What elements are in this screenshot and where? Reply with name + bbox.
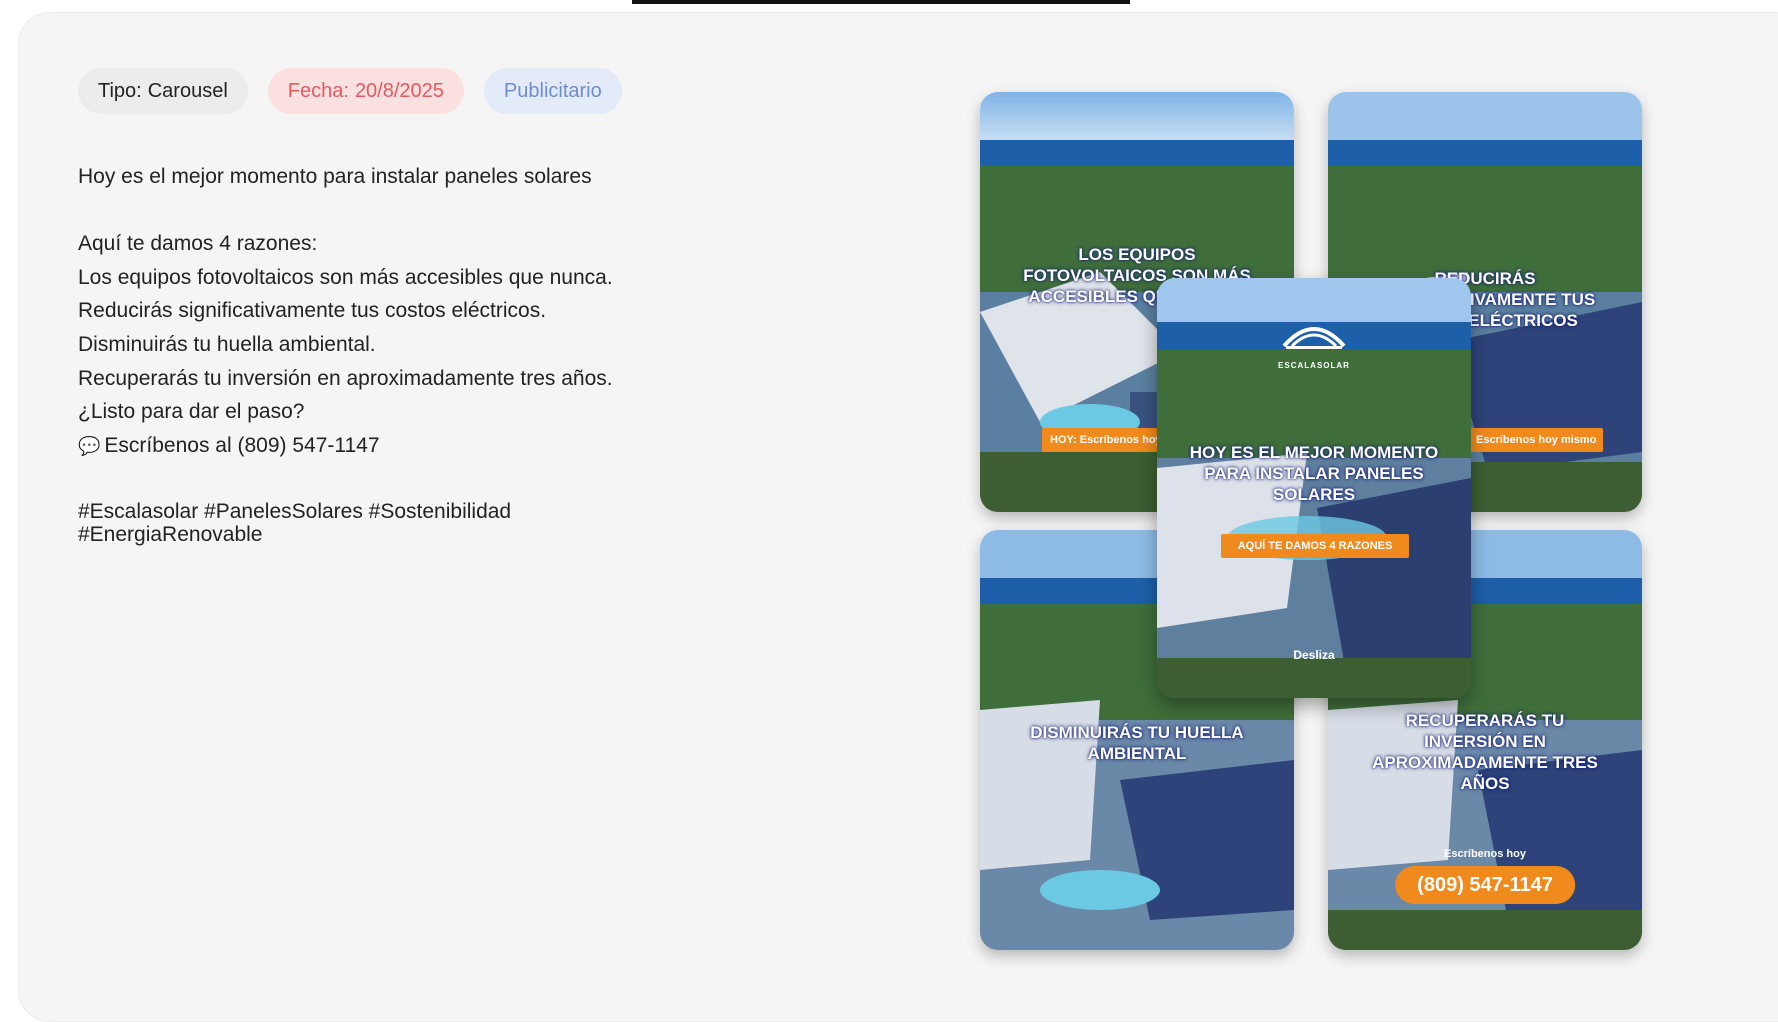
- brand-logo: ESCALASOLAR: [1274, 316, 1354, 370]
- caption-line: Hoy es el mejor momento para instalar pa…: [78, 165, 592, 188]
- phone-pill: (809) 547-1147: [1395, 866, 1575, 904]
- caption-line: Aquí te damos 4 razones:: [78, 232, 318, 256]
- post-tags: Tipo: Carousel Fecha: 20/8/2025 Publicit…: [78, 68, 622, 114]
- caption-line: 💬 Escríbenos al (809) 547-1147: [78, 429, 698, 464]
- top-dark-bar: [632, 0, 1130, 4]
- cover-headline: HOY ES EL MEJOR MOMENTO PARA INSTALAR PA…: [1189, 443, 1439, 504]
- caption-line: Reducirás significativamente tus costos …: [78, 299, 547, 323]
- caption-line: Recuperarás tu inversión en aproximadame…: [78, 366, 613, 390]
- post-hashtags: #Escalasolar #PanelesSolares #Sostenibil…: [78, 500, 512, 546]
- post-caption: Hoy es el mejor momento para instalar pa…: [78, 160, 698, 463]
- date-tag-value: 20/8/2025: [354, 79, 444, 102]
- cover-brand: Desliza: [1293, 648, 1335, 662]
- slide-headline: DISMINUIRÁS TU HUELLA AMBIENTAL: [1030, 723, 1244, 763]
- caption-line: Disminuirás tu huella ambiental.: [78, 332, 376, 356]
- cover-strip: AQUÍ TE DAMOS 4 RAZONES: [1221, 534, 1409, 558]
- carousel-cover-slide[interactable]: ESCALASOLAR HOY ES EL MEJOR MOMENTO PARA…: [1157, 278, 1471, 698]
- speech-bubble-icon: 💬: [78, 435, 101, 456]
- slide-small-text: Escríbenos hoy: [1444, 848, 1526, 860]
- logo-wordmark: ESCALASOLAR: [1278, 361, 1350, 370]
- caption-line: Los equipos fotovoltaicos son más accesi…: [78, 265, 613, 289]
- type-tag[interactable]: Tipo: Carousel: [78, 68, 248, 114]
- date-tag-label: Fecha:: [287, 79, 349, 102]
- slide-headline: RECUPERARÁS TU INVERSIÓN EN APROXIMADAME…: [1372, 711, 1598, 793]
- caption-cta-text: Escríbenos al (809) 547-1147: [104, 433, 380, 457]
- slide-strip: Escríbenos hoy mismo: [1468, 428, 1603, 452]
- sun-panel-logo-icon: [1282, 327, 1346, 349]
- category-tag-value: Publicitario: [503, 79, 602, 102]
- category-tag[interactable]: Publicitario: [483, 68, 622, 114]
- type-tag-label: Tipo:: [98, 79, 142, 102]
- date-tag[interactable]: Fecha: 20/8/2025: [267, 68, 464, 114]
- type-tag-value: Carousel: [147, 79, 228, 102]
- caption-line: ¿Listo para dar el paso?: [78, 400, 305, 424]
